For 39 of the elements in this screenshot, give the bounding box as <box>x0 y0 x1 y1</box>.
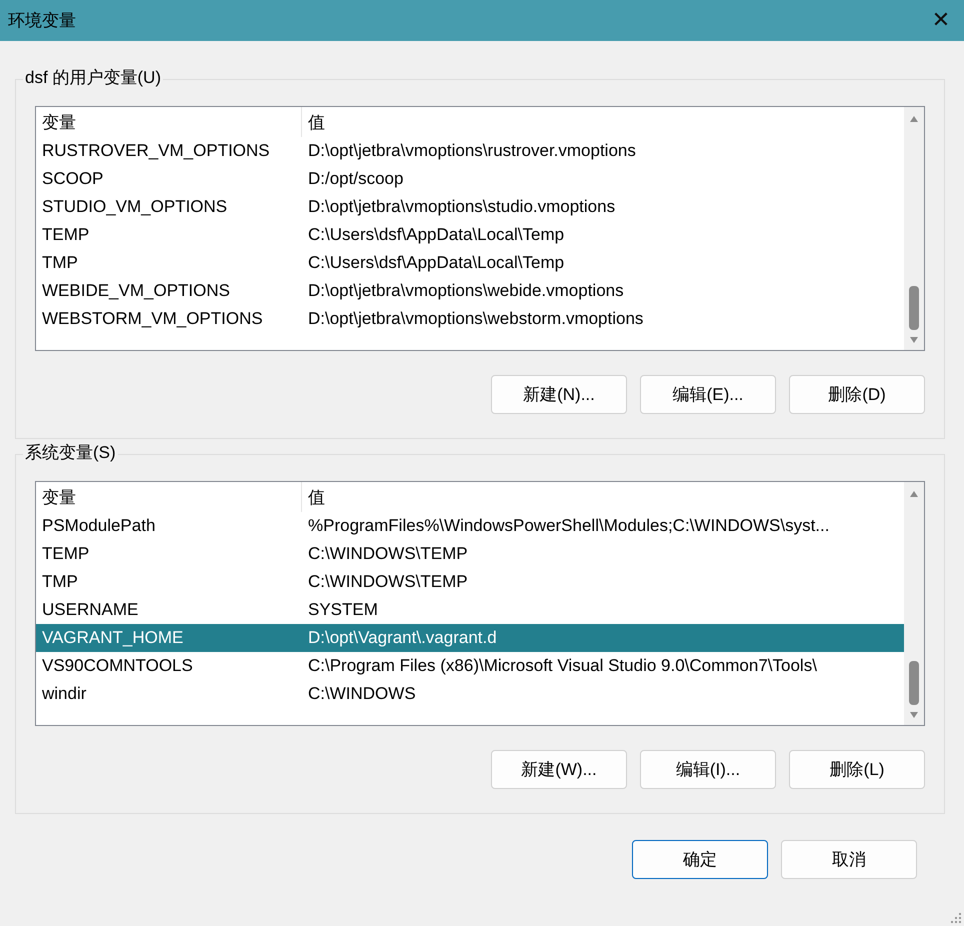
list-row[interactable]: windir C:\WINDOWS <box>36 680 904 708</box>
list-row[interactable]: PSModulePath %ProgramFiles%\WindowsPowerShell\Modules;C:\WINDOWS\syst... <box>36 512 904 540</box>
list-row[interactable]: TMP C:\Users\dsf\AppData\Local\Temp <box>36 249 904 277</box>
dialog-button[interactable]: 编辑(I)... <box>640 750 776 789</box>
list-row[interactable]: TEMP C:\Users\dsf\AppData\Local\Temp <box>36 221 904 249</box>
scroll-up-icon[interactable] <box>909 115 919 123</box>
list-row[interactable]: VAGRANT_HOME D:\opt\Vagrant\.vagrant.d <box>36 624 904 652</box>
column-header[interactable]: 值 <box>302 486 325 508</box>
scroll-up-icon[interactable] <box>909 490 919 498</box>
dialog-button[interactable]: 删除(L) <box>789 750 925 789</box>
list-row[interactable]: USERNAME SYSTEM <box>36 596 904 624</box>
resize-grip-icon[interactable] <box>950 912 962 924</box>
scroll-thumb[interactable] <box>909 661 919 705</box>
scrollbar[interactable] <box>904 107 924 350</box>
dialog-button[interactable]: 编辑(E)... <box>640 375 776 414</box>
list-row[interactable]: TEMP C:\WINDOWS\TEMP <box>36 540 904 568</box>
scroll-down-icon[interactable] <box>909 711 919 719</box>
list-row[interactable]: STUDIO_VM_OPTIONS D:\opt\jetbra\vmoptions\studio.vmoptions <box>36 193 904 221</box>
group-title: dsf 的用户变量(U) <box>23 67 163 89</box>
window-title: 环境变量 <box>8 10 76 32</box>
dialog-button[interactable]: 删除(D) <box>789 375 925 414</box>
scroll-thumb[interactable] <box>909 286 919 330</box>
list-row[interactable]: WEBIDE_VM_OPTIONS D:\opt\jetbra\vmoptions\webide.vmoptions <box>36 277 904 305</box>
dialog-button[interactable]: 新建(W)... <box>491 750 627 789</box>
ok-button[interactable]: 确定 <box>632 840 768 879</box>
column-header[interactable]: 值 <box>302 110 325 134</box>
column-header[interactable]: 变量 <box>36 482 302 512</box>
scroll-down-icon[interactable] <box>909 336 919 344</box>
list-row[interactable]: RUSTROVER_VM_OPTIONS D:\opt\jetbra\vmoptions\rustrover.vmoptions <box>36 137 904 165</box>
scrollbar[interactable] <box>904 482 924 725</box>
cancel-button[interactable]: 取消 <box>781 840 917 879</box>
list-row[interactable]: SCOOP D:/opt/scoop <box>36 165 904 193</box>
dialog-button[interactable]: 新建(N)... <box>491 375 627 414</box>
list-row[interactable]: WEBSTORM_VM_OPTIONS D:\opt\jetbra\vmoptions\webstorm.vmoptions <box>36 305 904 333</box>
close-button[interactable]: ✕ <box>918 0 964 41</box>
list-row[interactable]: VS90COMNTOOLS C:\Program Files (x86)\Microsoft Visual Studio 9.0\Common7\Tools\ <box>36 652 904 680</box>
column-header[interactable]: 变量 <box>36 107 302 137</box>
list-row[interactable]: TMP C:\WINDOWS\TEMP <box>36 568 904 596</box>
group-title: 系统变量(S) <box>23 442 118 464</box>
